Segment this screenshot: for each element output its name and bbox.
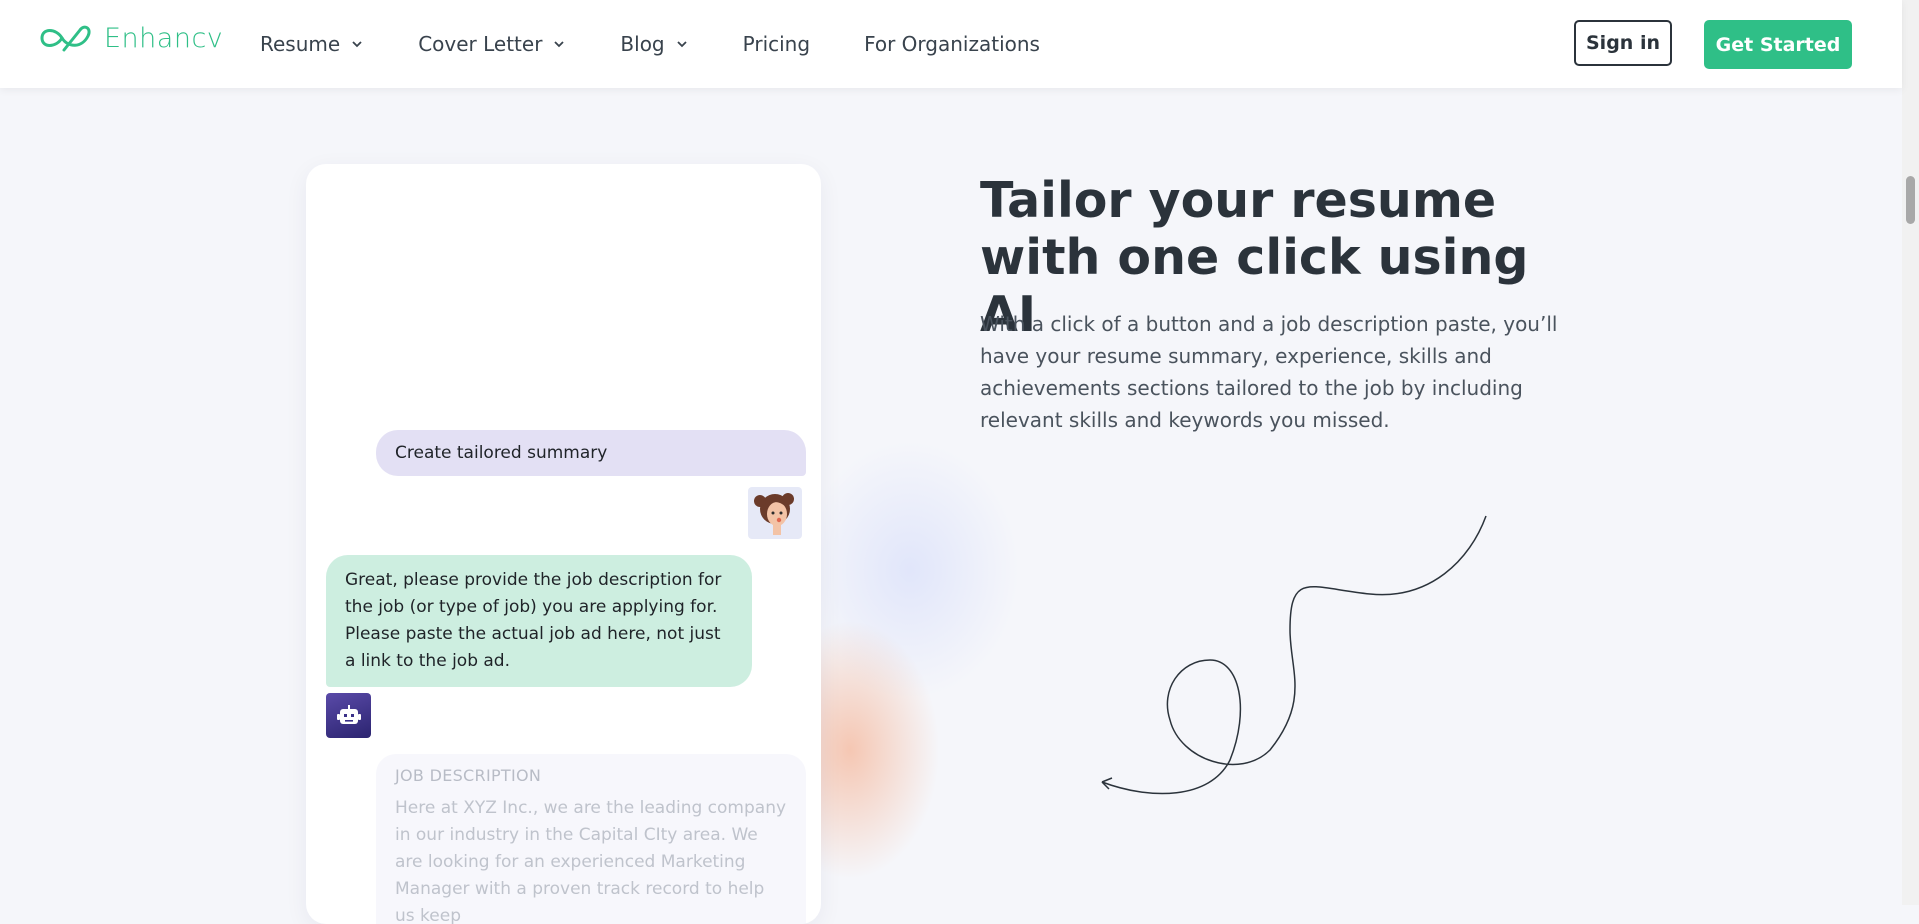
sign-in-button[interactable]: Sign in [1574,20,1672,66]
robot-icon [336,704,361,724]
chevron-down-icon [352,41,362,48]
nav-item-label: For Organizations [864,32,1040,56]
nav-item-blog[interactable]: Blog [620,32,688,56]
nav-item-resume[interactable]: Resume [260,32,364,56]
page-scrollbar[interactable] [1902,0,1919,905]
nav-item-label: Cover Letter [418,32,543,56]
logo[interactable]: Enhancv [38,22,223,54]
bot-avatar [326,693,371,738]
user-message-bubble: Create tailored summary [376,430,806,476]
site-header: Enhancv Resume Cover Letter Blog Pricing… [0,0,1902,88]
user-avatar-illustration-icon [754,493,794,535]
job-description-box[interactable]: JOB DESCRIPTION Here at XYZ Inc., we are… [376,754,806,924]
logo-text: Enhancv [104,22,224,54]
chevron-down-icon [554,41,565,48]
nav-item-label: Blog [620,32,665,56]
chevron-down-icon [677,41,687,48]
user-avatar [748,487,802,539]
infinity-logo-icon [40,25,91,52]
nav-item-pricing[interactable]: Pricing [743,32,810,56]
nav-item-label: Resume [260,32,341,56]
main-nav: Resume Cover Letter Blog Pricing For Org… [260,0,1094,88]
nav-item-cover-letter[interactable]: Cover Letter [418,32,566,56]
job-description-label: JOB DESCRIPTION [395,766,542,785]
bot-message-bubble: Great, please provide the job descriptio… [326,555,752,687]
decorative-squiggle-arrow-icon [1101,515,1487,795]
nav-item-label: Pricing [742,32,811,56]
hero-description: With a click of a button and a job descr… [980,312,1558,432]
get-started-button[interactable]: Get Started [1704,20,1852,69]
nav-item-for-organizations[interactable]: For Organizations [864,32,1040,56]
ai-chat-demo-card: Create tailored summary Great, please pr… [306,164,821,924]
scrollbar-thumb[interactable] [1906,176,1915,224]
